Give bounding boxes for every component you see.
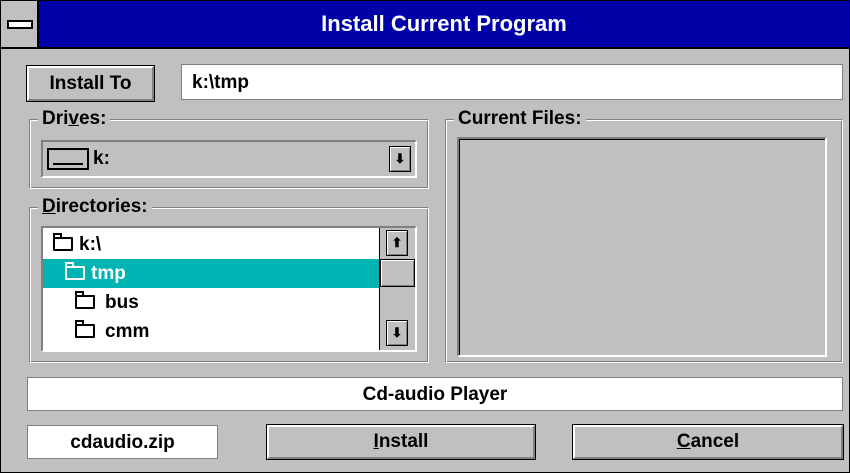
- list-item[interactable]: bus: [43, 288, 379, 317]
- open-folder-icon: [53, 233, 73, 251]
- zip-filename-field: cdaudio.zip: [27, 425, 218, 459]
- drives-label: Drives:: [38, 108, 111, 130]
- system-menu-icon: [7, 20, 33, 29]
- arrow-down-icon: ⬇: [391, 325, 403, 340]
- directories-scrollbar[interactable]: ⬆ ⬇: [379, 228, 415, 350]
- scroll-down-button[interactable]: ⬇: [386, 320, 408, 346]
- install-button[interactable]: Install: [267, 425, 535, 459]
- install-dialog: Install Current Program Install To k:\tm…: [0, 0, 850, 473]
- program-name-field: Cd-audio Player: [27, 377, 843, 411]
- install-to-label: Install To: [27, 66, 154, 101]
- directories-label: Directories:: [38, 196, 152, 218]
- folder-icon: [75, 291, 95, 309]
- current-files-list[interactable]: [457, 137, 827, 357]
- open-folder-icon: [65, 262, 85, 280]
- list-item[interactable]: cmm: [43, 317, 379, 346]
- drive-icon: [47, 148, 89, 170]
- drives-dropdown[interactable]: k: ⬇: [41, 140, 417, 178]
- arrow-up-icon: ⬆: [391, 235, 403, 250]
- install-path-input[interactable]: k:\tmp: [181, 64, 843, 100]
- folder-icon: [75, 320, 95, 338]
- directories-list[interactable]: k:\ tmp bus cmm ⬆ ⬇: [41, 226, 417, 352]
- scroll-up-button[interactable]: ⬆: [386, 230, 408, 256]
- current-files-label: Current Files:: [454, 108, 586, 130]
- arrow-down-icon: ⬇: [394, 151, 406, 166]
- cancel-button[interactable]: Cancel: [573, 425, 843, 459]
- window-title: Install Current Program: [321, 11, 567, 36]
- drive-selected-value: k:: [93, 148, 110, 169]
- title-bar: Install Current Program: [1, 1, 849, 49]
- dropdown-arrow-button[interactable]: ⬇: [389, 146, 411, 172]
- list-item[interactable]: tmp: [43, 259, 379, 288]
- list-item[interactable]: k:\: [43, 230, 379, 259]
- system-menu-button[interactable]: [1, 1, 39, 47]
- scrollbar-thumb[interactable]: [380, 259, 415, 287]
